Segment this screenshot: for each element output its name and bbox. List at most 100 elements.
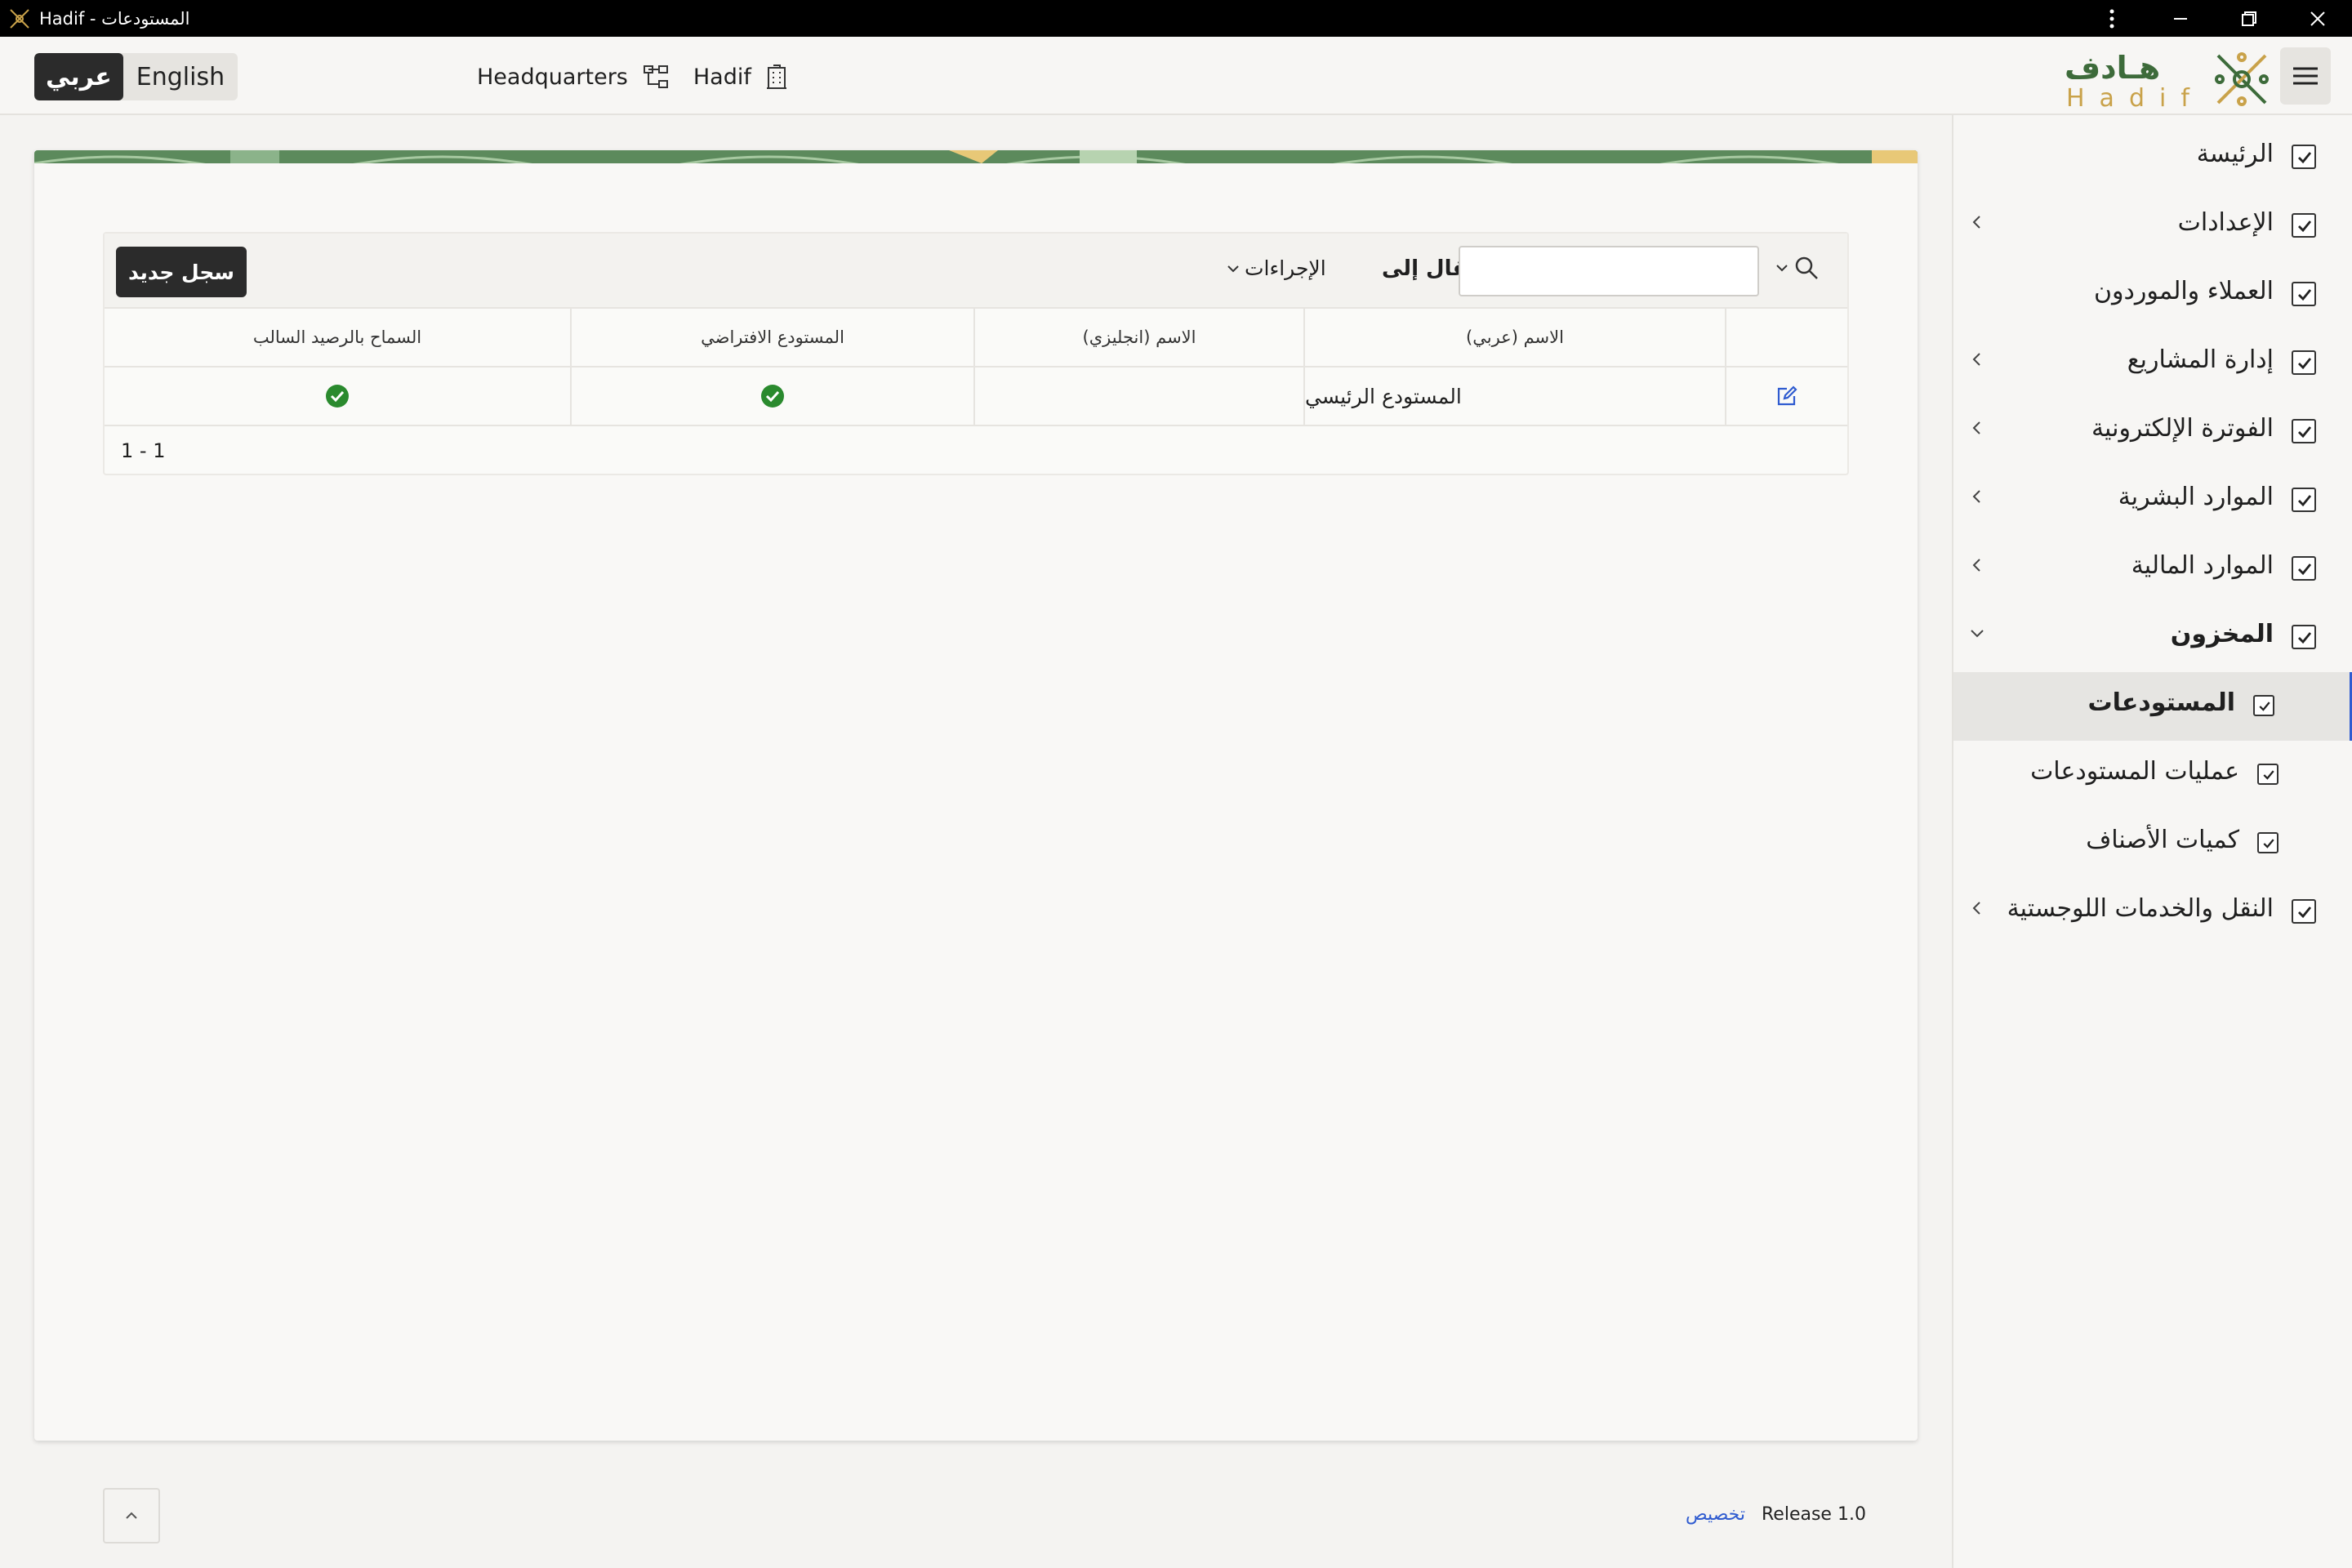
restore-icon xyxy=(2242,11,2256,26)
chevron-left-icon xyxy=(1968,556,1986,577)
table-cell-name-en xyxy=(973,368,1303,426)
close-icon xyxy=(2310,11,2325,26)
sidebar-item-warehouse-operations[interactable]: عمليات المستودعات xyxy=(1953,741,2352,809)
breadcrumb-hadif[interactable]: Hadif xyxy=(693,64,787,90)
sidebar-item-financial-resources[interactable]: الموارد المالية xyxy=(1953,535,2352,604)
column-header-allow-negative[interactable]: السماح بالرصيد السالب xyxy=(105,309,570,368)
sidebar-item-label: العملاء والموردون xyxy=(2093,277,2274,305)
checkbox-icon xyxy=(2292,213,2316,238)
more-icon xyxy=(2109,9,2114,28)
checkbox-icon xyxy=(2292,350,2316,375)
hamburger-icon xyxy=(2293,67,2318,85)
sidebar-item-label: عمليات المستودعات xyxy=(2030,757,2239,786)
sidebar-item-label: المخزون xyxy=(2170,620,2274,648)
sidebar-item-transport-logistics[interactable]: النقل والخدمات اللوجستية xyxy=(1953,878,2352,947)
checkbox-icon xyxy=(2292,419,2316,443)
language-switch: عربي English xyxy=(34,53,238,100)
checkbox-icon xyxy=(2292,145,2316,169)
new-record-button[interactable]: سجل جديد xyxy=(116,247,247,297)
column-header-name-ar[interactable]: الاسم (عربي) xyxy=(1303,309,1725,368)
sidebar-item-label: الرئيسة xyxy=(2196,140,2274,168)
checkbox-icon xyxy=(2292,899,2316,924)
checkbox-icon xyxy=(2257,832,2278,853)
chevron-left-icon xyxy=(1968,899,1986,920)
column-header-default-warehouse[interactable]: المستودع الافتراضي xyxy=(570,309,973,368)
english-language-button[interactable]: English xyxy=(123,53,238,100)
search-input[interactable] xyxy=(1459,246,1759,296)
chevron-left-icon xyxy=(1968,213,1986,234)
sidebar-item-inventory[interactable]: المخزون xyxy=(1953,604,2352,672)
hadif-logo: هـادف Hadif xyxy=(2065,50,2269,109)
checkbox-icon xyxy=(2292,488,2316,512)
chevron-left-icon xyxy=(1968,488,1986,509)
sidebar-item-label: الموارد المالية xyxy=(2131,551,2274,580)
window-titlebar: Hadif - المستودعات xyxy=(0,0,2352,37)
chevron-left-icon xyxy=(1968,419,1986,440)
checkbox-icon xyxy=(2253,695,2274,716)
search-options-button[interactable] xyxy=(1775,255,1820,281)
sidebar-item-label: المستودعات xyxy=(2087,688,2235,717)
chevron-left-icon xyxy=(1968,350,1986,372)
minimize-icon xyxy=(2174,17,2187,20)
sidebar-item-customers-suppliers[interactable]: العملاء والموردون xyxy=(1953,261,2352,329)
check-circle-icon xyxy=(326,385,349,408)
logo-arabic-text: هـادف xyxy=(2065,50,2160,86)
chevron-down-icon xyxy=(1776,265,1788,272)
table-cell-allow-negative xyxy=(105,368,570,426)
actions-menu-button[interactable]: الإجراءات xyxy=(1227,256,1326,280)
pagination-info: 1 - 1 xyxy=(121,439,166,462)
check-circle-icon xyxy=(761,385,784,408)
sidebar-item-e-invoicing[interactable]: الفوترة الإلكترونية xyxy=(1953,398,2352,466)
minimize-button[interactable] xyxy=(2146,0,2215,37)
customize-link[interactable]: تخصيص xyxy=(1686,1504,1745,1525)
warehouses-grid: سجل جديد الإجراءات انتقال إلى الاسم (عرب… xyxy=(103,232,1849,475)
chevron-down-icon xyxy=(1968,625,1986,646)
sidebar-item-label: إدارة المشاريع xyxy=(2127,345,2274,374)
sidebar-item-warehouses[interactable]: المستودعات xyxy=(1953,672,2352,741)
footer: تخصيص Release 1.0 xyxy=(1686,1504,1866,1525)
scroll-to-top-button[interactable] xyxy=(103,1488,160,1544)
column-header-name-en[interactable]: الاسم (انجليزي) xyxy=(973,309,1303,368)
decorative-banner xyxy=(34,150,1918,163)
sidebar-item-label: الموارد البشرية xyxy=(2118,483,2274,511)
table-row-edit-cell xyxy=(1725,368,1847,426)
actions-menu-label: الإجراءات xyxy=(1245,256,1326,280)
breadcrumb-hadif-label: Hadif xyxy=(693,64,751,90)
release-version: Release 1.0 xyxy=(1762,1504,1866,1525)
checkbox-icon xyxy=(2257,764,2278,785)
hamburger-menu-button[interactable] xyxy=(2280,47,2331,105)
checkbox-icon xyxy=(2292,625,2316,649)
sidebar-item-item-quantities[interactable]: كميات الأصناف xyxy=(1953,809,2352,878)
main-card: سجل جديد الإجراءات انتقال إلى الاسم (عرب… xyxy=(34,150,1918,1441)
org-chart-icon xyxy=(643,65,668,88)
more-options-button[interactable] xyxy=(2078,0,2146,37)
sidebar-item-label: النقل والخدمات اللوجستية xyxy=(2007,894,2274,923)
breadcrumb-headquarters[interactable]: Headquarters xyxy=(477,65,669,90)
sidebar-item-settings[interactable]: الإعدادات xyxy=(1953,192,2352,261)
building-icon xyxy=(766,65,786,89)
chevron-down-icon xyxy=(1227,265,1239,272)
checkbox-icon xyxy=(2292,556,2316,581)
window-title: Hadif - المستودعات xyxy=(39,8,190,29)
table-cell-name-ar: المستودع الرئيسي xyxy=(1303,368,1725,426)
app-header: عربي English Headquarters Hadif xyxy=(0,37,2352,115)
sidebar-item-label: كميات الأصناف xyxy=(2086,826,2239,854)
breadcrumb: Headquarters Hadif xyxy=(477,53,787,100)
arabic-language-button[interactable]: عربي xyxy=(34,53,123,100)
sidebar: الرئيسة الإعدادات العملاء والموردون إدارة ا… xyxy=(1952,115,2352,1568)
table-cell-default-warehouse xyxy=(570,368,973,426)
close-button[interactable] xyxy=(2283,0,2352,37)
sidebar-item-human-resources[interactable]: الموارد البشرية xyxy=(1953,466,2352,535)
sidebar-item-label: الإعدادات xyxy=(2177,208,2274,237)
logo-latin-text: Hadif xyxy=(2066,84,2204,109)
breadcrumb-headquarters-label: Headquarters xyxy=(477,64,628,90)
edit-column-header xyxy=(1725,309,1847,368)
sidebar-item-project-management[interactable]: إدارة المشاريع xyxy=(1953,329,2352,398)
sidebar-item-home[interactable]: الرئيسة xyxy=(1953,123,2352,192)
app-logo-icon xyxy=(10,8,29,29)
sidebar-item-label: الفوترة الإلكترونية xyxy=(2091,414,2274,443)
edit-icon[interactable] xyxy=(1775,385,1798,408)
search-icon xyxy=(1795,256,1818,279)
grid-toolbar: سجل جديد الإجراءات انتقال إلى xyxy=(105,234,1847,309)
maximize-button[interactable] xyxy=(2215,0,2283,37)
